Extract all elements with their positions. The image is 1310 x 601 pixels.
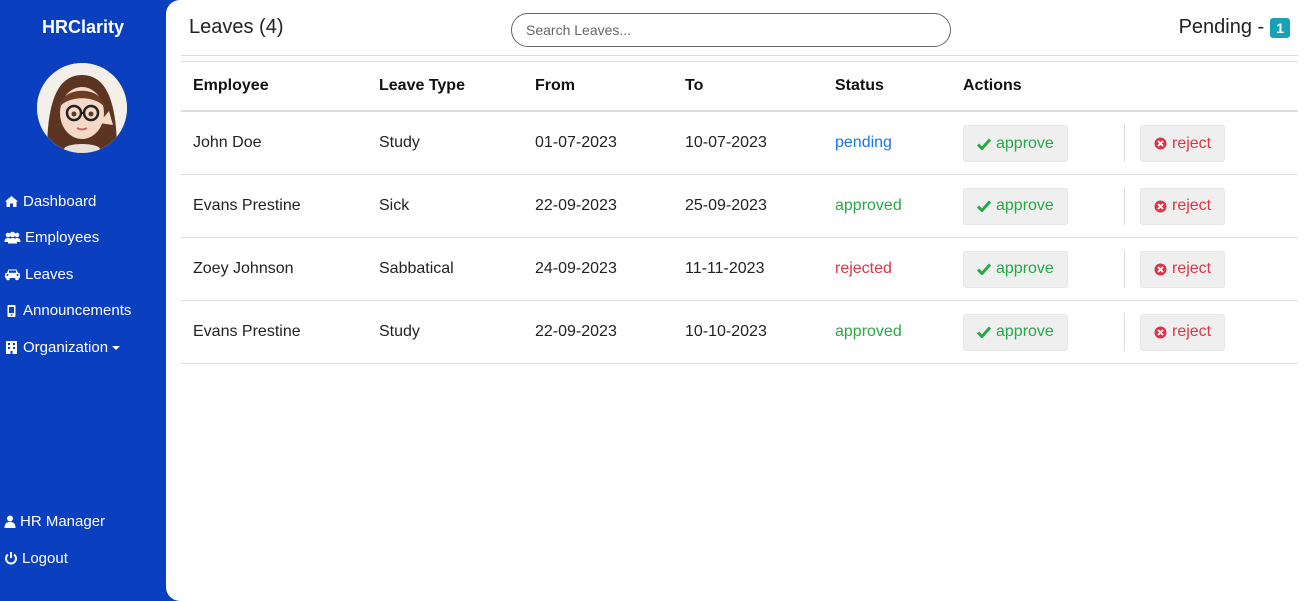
table-header-row: Employee Leave Type From To Status Actio…	[181, 62, 1298, 112]
leave-type-cell: Study	[367, 111, 523, 175]
check-icon	[977, 200, 991, 212]
column-header-from[interactable]: From	[523, 62, 673, 112]
employee-cell: John Doe	[181, 111, 367, 175]
from-date-cell: 22-09-2023	[523, 300, 673, 364]
action-divider	[1124, 124, 1125, 162]
from-date-cell: 24-09-2023	[523, 237, 673, 301]
actions-cell: approve reject	[951, 237, 1298, 301]
table-row: John Doe Study 01-07-2023 10-07-2023 pen…	[181, 111, 1298, 175]
approve-label: approve	[996, 260, 1054, 277]
employee-cell: Zoey Johnson	[181, 237, 367, 301]
sidebar-item-leaves[interactable]: Leaves	[4, 265, 131, 283]
mobile-icon	[7, 304, 16, 317]
from-date-cell: 01-07-2023	[523, 111, 673, 175]
user-icon	[4, 515, 16, 528]
employee-cell: Evans Prestine	[181, 300, 367, 364]
sidebar-item-organization[interactable]: Organization	[4, 338, 131, 356]
reject-button[interactable]: reject	[1140, 313, 1226, 351]
sidebar-nav: Dashboard Employees Leaves Announcements…	[4, 192, 131, 375]
divider	[181, 55, 1298, 56]
table-row: Evans Prestine Study 22-09-2023 10-10-20…	[181, 300, 1298, 364]
user-profile-link[interactable]: HR Manager	[4, 512, 105, 530]
column-header-actions: Actions	[951, 62, 1298, 112]
check-icon	[977, 263, 991, 275]
leave-type-cell: Study	[367, 300, 523, 364]
reject-label: reject	[1172, 197, 1212, 214]
approve-button[interactable]: approve	[963, 187, 1068, 225]
building-icon	[6, 340, 17, 354]
approve-button[interactable]: approve	[963, 125, 1068, 162]
approve-label: approve	[996, 323, 1054, 340]
sidebar-item-label: Organization	[23, 338, 109, 356]
reject-button[interactable]: reject	[1140, 125, 1226, 162]
to-date-cell: 10-07-2023	[673, 111, 823, 175]
car-icon	[5, 269, 20, 280]
check-icon	[977, 138, 991, 150]
users-icon	[4, 231, 21, 244]
to-date-cell: 25-09-2023	[673, 174, 823, 238]
close-circle-icon	[1154, 326, 1167, 338]
approve-button[interactable]: approve	[963, 313, 1068, 351]
pending-label: Pending -	[1178, 16, 1265, 38]
reject-button[interactable]: reject	[1140, 250, 1226, 288]
leaves-table: Employee Leave Type From To Status Actio…	[181, 62, 1298, 364]
action-divider	[1124, 249, 1125, 288]
sidebar-item-label: Announcements	[23, 302, 132, 319]
chevron-down-icon	[112, 346, 121, 350]
home-icon	[5, 195, 18, 207]
sidebar-item-dashboard[interactable]: Dashboard	[4, 192, 131, 210]
sidebar-item-label: Employees	[25, 229, 100, 246]
sidebar: HRClarity Dashboard Employees Leaves Ann…	[0, 0, 166, 601]
status-cell: rejected	[823, 237, 951, 301]
leave-type-cell: Sabbatical	[367, 237, 523, 301]
reject-label: reject	[1172, 260, 1212, 277]
column-header-leave-type[interactable]: Leave Type	[367, 62, 523, 112]
close-circle-icon	[1154, 263, 1167, 275]
action-divider	[1124, 186, 1125, 225]
pending-badge: 1	[1270, 17, 1290, 38]
sidebar-item-label: Leaves	[25, 265, 74, 283]
user-name: HR Manager	[20, 512, 106, 530]
reject-label: reject	[1172, 323, 1212, 340]
search-input[interactable]	[511, 13, 951, 47]
logout-label: Logout	[22, 549, 68, 567]
pending-counter: Pending - 1	[1179, 16, 1290, 39]
approve-label: approve	[996, 134, 1054, 152]
status-cell: approved	[823, 300, 951, 364]
check-icon	[977, 326, 991, 338]
reject-button[interactable]: reject	[1140, 187, 1226, 225]
column-header-employee[interactable]: Employee	[181, 62, 367, 112]
sidebar-bottom-nav: HR Manager Logout	[4, 512, 105, 586]
logout-link[interactable]: Logout	[4, 549, 105, 567]
status-cell: pending	[823, 111, 951, 175]
main-content: Leaves (4) Pending - 1 Employee Leave Ty…	[166, 0, 1310, 601]
actions-cell: approve reject	[951, 174, 1298, 238]
avatar[interactable]	[37, 63, 127, 153]
table-row: Evans Prestine Sick 22-09-2023 25-09-202…	[181, 174, 1298, 238]
close-circle-icon	[1154, 137, 1167, 150]
reject-label: reject	[1172, 134, 1212, 152]
sidebar-item-label: Dashboard	[23, 192, 97, 210]
power-icon	[5, 552, 17, 565]
from-date-cell: 22-09-2023	[523, 174, 673, 238]
sidebar-item-employees[interactable]: Employees	[4, 229, 131, 247]
sidebar-item-announcements[interactable]: Announcements	[4, 302, 131, 320]
column-header-status[interactable]: Status	[823, 62, 951, 112]
approve-label: approve	[996, 197, 1054, 214]
to-date-cell: 10-10-2023	[673, 300, 823, 364]
action-divider	[1124, 312, 1125, 351]
actions-cell: approve reject	[951, 300, 1298, 364]
employee-cell: Evans Prestine	[181, 174, 367, 238]
approve-button[interactable]: approve	[963, 250, 1068, 288]
to-date-cell: 11-11-2023	[673, 237, 823, 301]
status-cell: approved	[823, 174, 951, 238]
brand-logo[interactable]: HRClarity	[0, 17, 166, 38]
table-row: Zoey Johnson Sabbatical 24-09-2023 11-11…	[181, 237, 1298, 301]
leave-type-cell: Sick	[367, 174, 523, 238]
page-title: Leaves (4)	[189, 16, 284, 38]
column-header-to[interactable]: To	[673, 62, 823, 112]
actions-cell: approve reject	[951, 111, 1298, 175]
close-circle-icon	[1154, 200, 1167, 212]
